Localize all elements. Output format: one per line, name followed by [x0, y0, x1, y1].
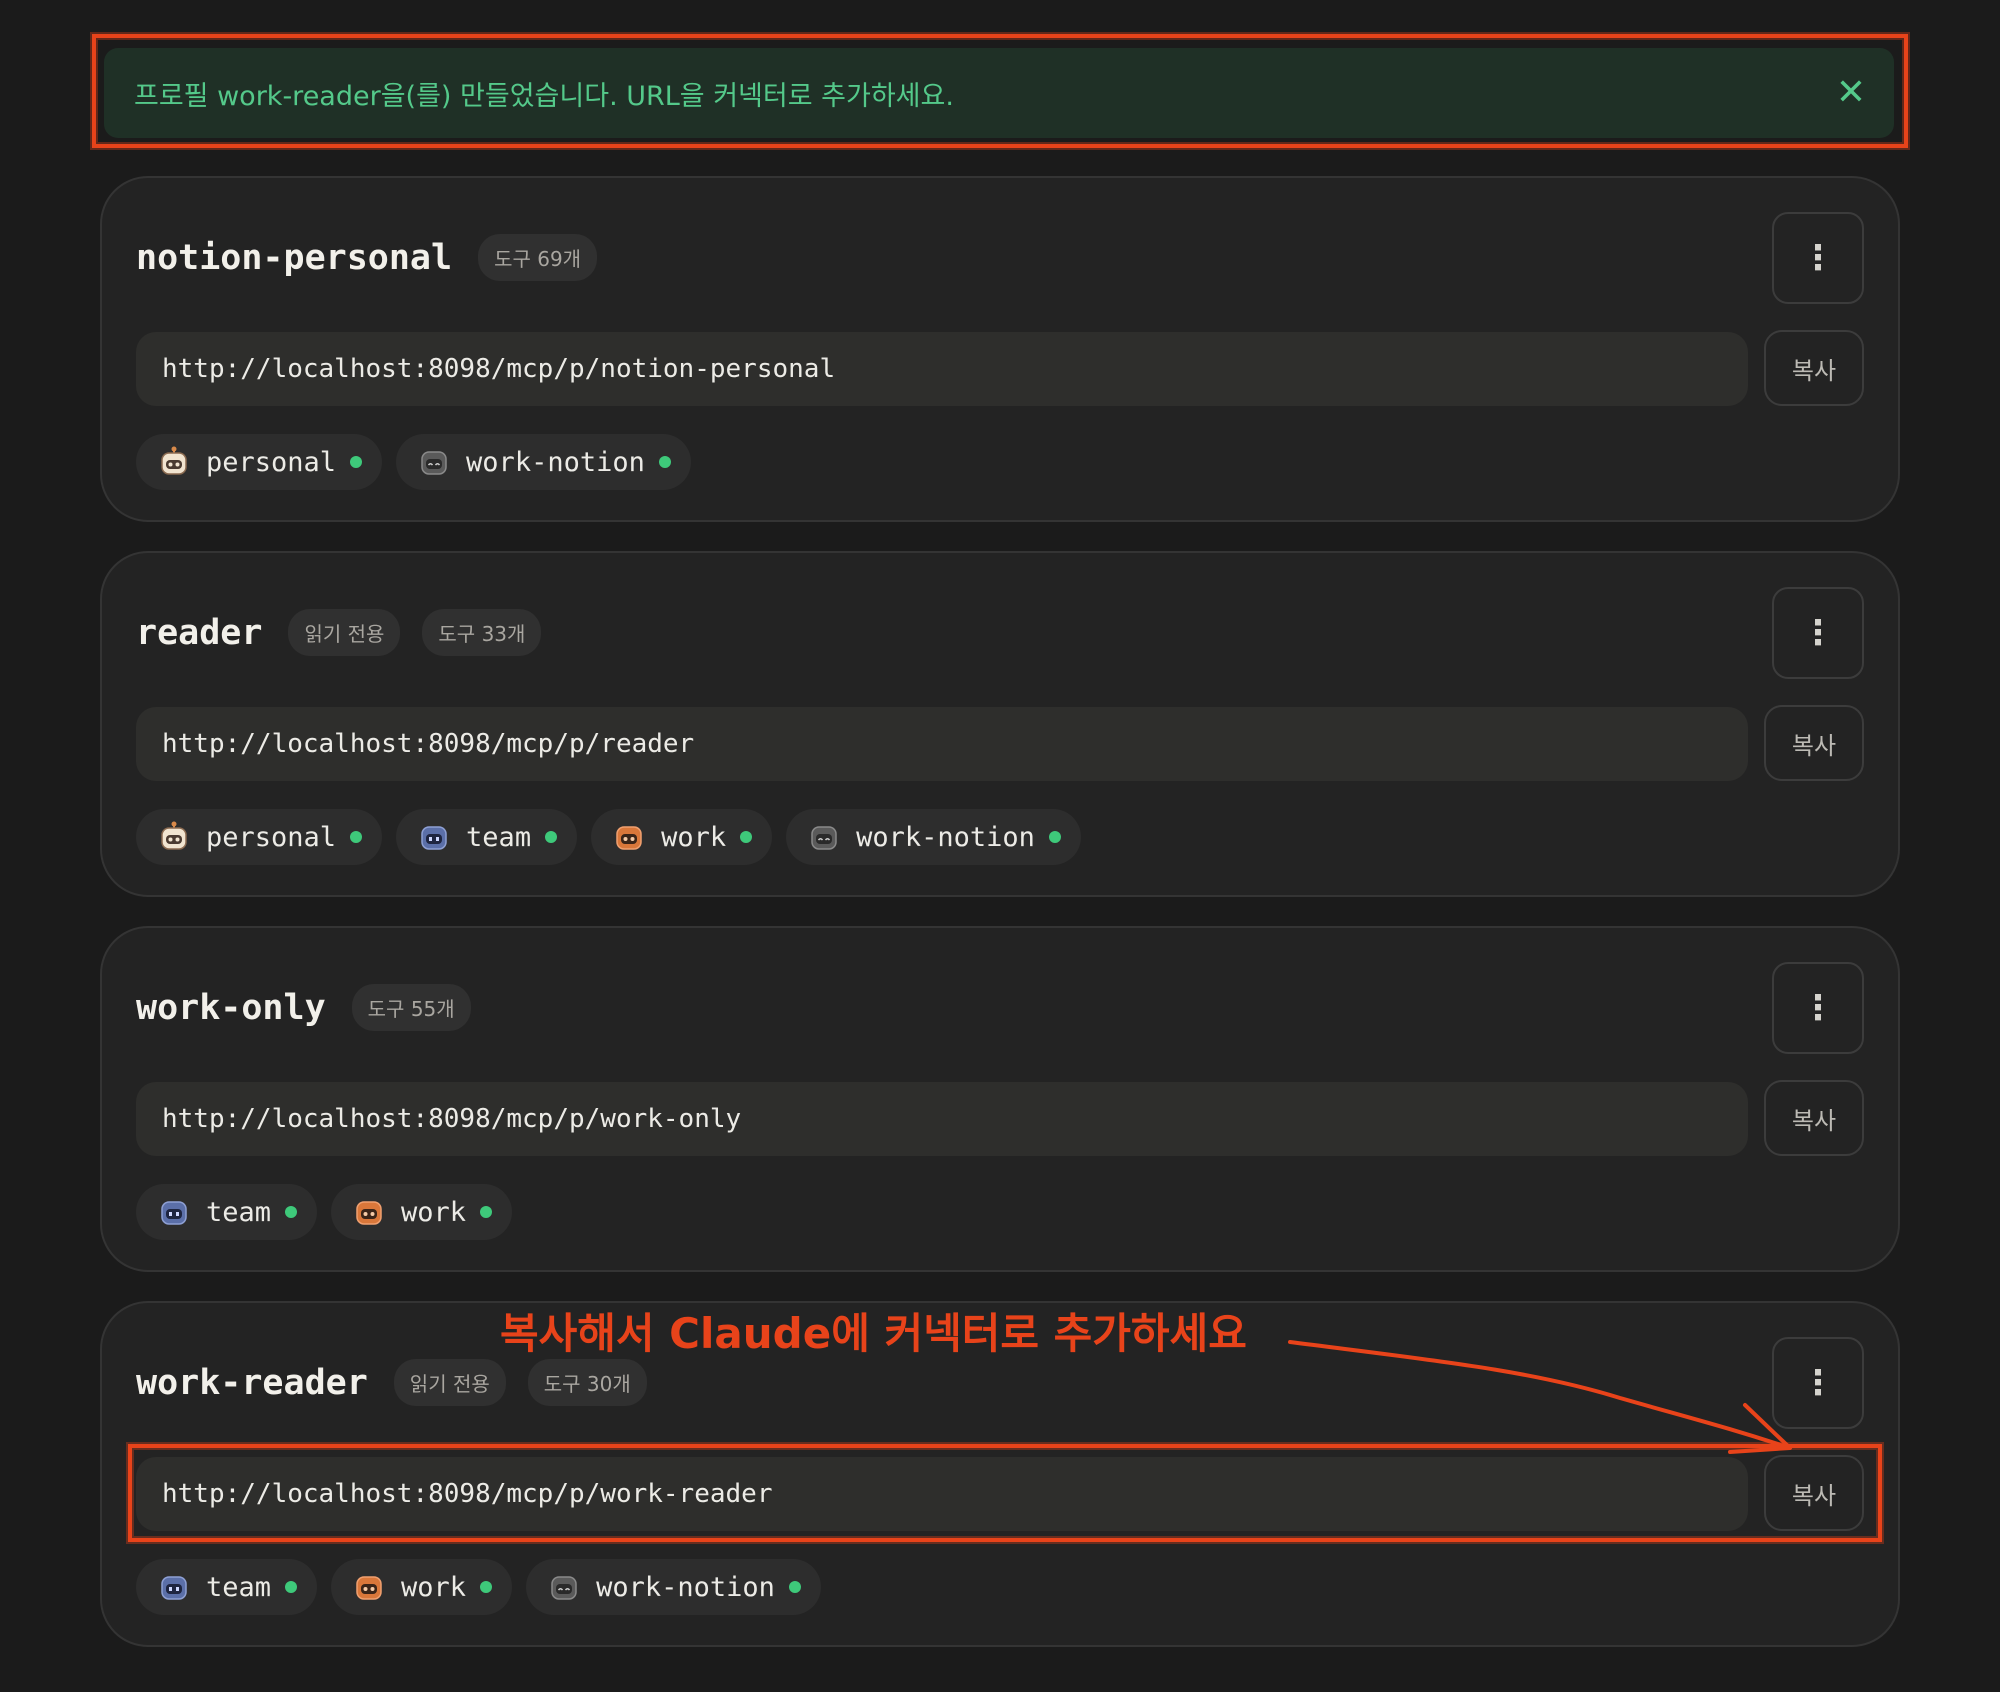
more-options-button[interactable]: ⋮	[1772, 587, 1864, 679]
connector-list: team work work-notion	[136, 1559, 835, 1615]
tool-count-badge: 도구 55개	[351, 984, 471, 1031]
profile-header: work-only 도구 55개	[136, 984, 493, 1031]
read-only-badge: 읽기 전용	[288, 609, 401, 656]
connector-chip[interactable]: work-notion	[526, 1559, 821, 1615]
robot-work-notion-icon	[418, 446, 450, 478]
connector-label: personal	[206, 821, 337, 853]
connector-label: team	[206, 1196, 272, 1228]
more-options-button[interactable]: ⋮	[1772, 962, 1864, 1054]
annotation-text: 복사해서 Claude에 커넥터로 추가하세요	[500, 1309, 1247, 1358]
profile-header: reader 읽기 전용 도구 33개	[136, 609, 563, 656]
connector-chip[interactable]: work-notion	[786, 809, 1081, 865]
status-dot	[740, 831, 753, 843]
robot-work-notion-icon	[548, 1571, 580, 1603]
status-dot	[480, 1581, 493, 1593]
status-dot	[788, 1581, 801, 1593]
connector-label: personal	[206, 446, 337, 478]
status-dot	[285, 1206, 298, 1218]
status-dot	[350, 831, 363, 843]
profile-url-field[interactable]: http://localhost:8098/mcp/p/work-reader	[136, 1457, 1748, 1531]
connector-list: personal team work work-notion	[136, 809, 1095, 865]
connector-chip[interactable]: personal	[136, 434, 383, 490]
profile-name: notion-personal	[136, 237, 453, 278]
robot-personal-icon	[158, 446, 190, 478]
more-options-button[interactable]: ⋮	[1772, 212, 1864, 304]
copy-url-button[interactable]: 복사	[1764, 330, 1864, 406]
connector-chip[interactable]: work	[591, 809, 773, 865]
profile-name: reader	[136, 612, 263, 653]
connector-label: work	[401, 1196, 467, 1228]
connector-chip[interactable]: team	[136, 1559, 318, 1615]
more-options-button[interactable]: ⋮	[1772, 1337, 1864, 1429]
profile-card: notion-personal 도구 69개 ⋮ http://localhos…	[100, 176, 1900, 522]
connector-label: work-notion	[856, 821, 1035, 853]
connector-list: personal work-notion	[136, 434, 705, 490]
connector-label: work	[661, 821, 727, 853]
profile-header: work-reader 읽기 전용 도구 30개	[136, 1359, 669, 1406]
profile-header: notion-personal 도구 69개	[136, 234, 619, 281]
robot-personal-icon	[158, 821, 190, 853]
robot-work-icon	[613, 821, 645, 853]
profile-card: reader 읽기 전용 도구 33개 ⋮ http://localhost:8…	[100, 551, 1900, 897]
connector-label: work-notion	[466, 446, 645, 478]
banner-message: 프로필 work-reader을(를) 만들었습니다. URL을 커넥터로 추가…	[134, 80, 954, 112]
robot-team-icon	[158, 1196, 190, 1228]
connector-label: team	[206, 1571, 272, 1603]
copy-url-button[interactable]: 복사	[1764, 1080, 1864, 1156]
copy-url-button[interactable]: 복사	[1764, 1455, 1864, 1531]
copy-url-button[interactable]: 복사	[1764, 705, 1864, 781]
close-icon[interactable]: ✕	[1836, 75, 1866, 111]
profile-name: work-reader	[136, 1362, 368, 1403]
connector-chip[interactable]: work	[331, 1184, 513, 1240]
connector-label: team	[466, 821, 532, 853]
profile-card: work-only 도구 55개 ⋮ http://localhost:8098…	[100, 926, 1900, 1272]
profile-url-field[interactable]: http://localhost:8098/mcp/p/work-only	[136, 1082, 1748, 1156]
status-dot	[1048, 831, 1061, 843]
connector-chip[interactable]: team	[136, 1184, 318, 1240]
success-banner: 프로필 work-reader을(를) 만들었습니다. URL을 커넥터로 추가…	[104, 48, 1894, 138]
connector-chip[interactable]: work-notion	[396, 434, 691, 490]
tool-count-badge: 도구 30개	[527, 1359, 647, 1406]
profile-url-field[interactable]: http://localhost:8098/mcp/p/notion-perso…	[136, 332, 1748, 406]
profile-name: work-only	[136, 987, 326, 1028]
connector-label: work	[401, 1571, 467, 1603]
status-dot	[545, 831, 558, 843]
robot-team-icon	[158, 1571, 190, 1603]
connector-chip[interactable]: work	[331, 1559, 513, 1615]
connector-label: work-notion	[596, 1571, 775, 1603]
status-dot	[658, 456, 671, 468]
status-dot	[350, 456, 363, 468]
status-dot	[480, 1206, 493, 1218]
robot-work-icon	[353, 1196, 385, 1228]
status-dot	[285, 1581, 298, 1593]
tool-count-badge: 도구 33개	[422, 609, 542, 656]
tool-count-badge: 도구 69개	[478, 234, 598, 281]
profile-url-field[interactable]: http://localhost:8098/mcp/p/reader	[136, 707, 1748, 781]
robot-work-icon	[353, 1571, 385, 1603]
connector-list: team work	[136, 1184, 526, 1240]
connector-chip[interactable]: personal	[136, 809, 383, 865]
connector-chip[interactable]: team	[396, 809, 578, 865]
robot-team-icon	[418, 821, 450, 853]
read-only-badge: 읽기 전용	[393, 1359, 506, 1406]
robot-work-notion-icon	[808, 821, 840, 853]
